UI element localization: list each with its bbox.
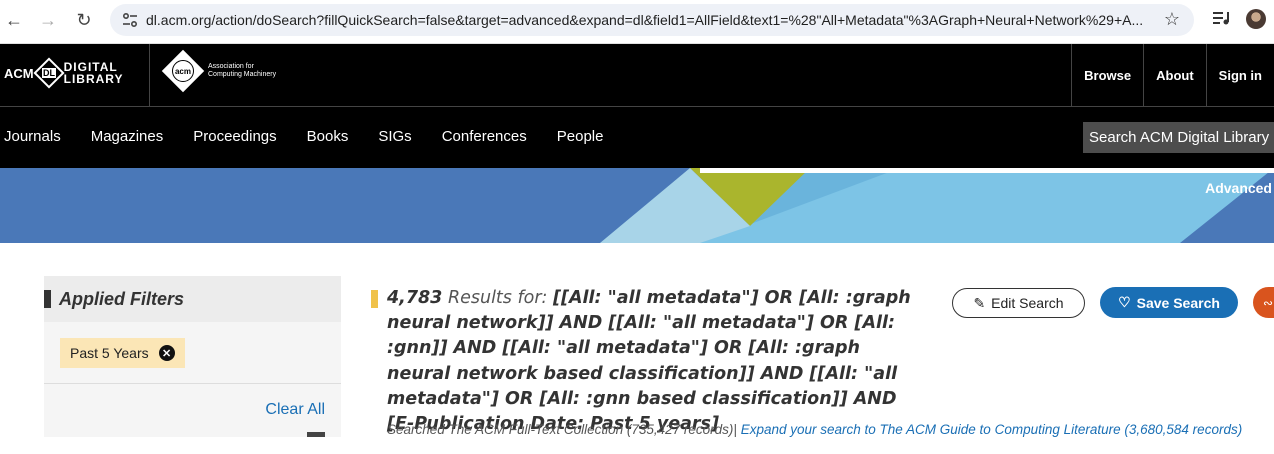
searched-collection-line: Searched The ACM Full-Text Collection (7… [387,422,1242,437]
browse-link[interactable]: Browse [1071,44,1143,106]
logo-acm-text: ACM [4,65,34,81]
filters-title: Applied Filters [59,288,185,309]
filter-chip-past-5-years[interactable]: Past 5 Years ✕ [60,338,185,368]
header-rule [0,106,1274,107]
nav-books[interactable]: Books [307,128,349,145]
save-search-label: Save Search [1136,294,1220,311]
expand-search-link[interactable]: Expand your search to The ACM Guide to C… [741,422,1243,437]
pencil-icon: ✎ [973,294,986,311]
about-link[interactable]: About [1143,44,1206,106]
acm-dl-logo[interactable]: ACM DL DIGITAL LIBRARY [4,57,124,89]
scroll-handle[interactable] [307,432,325,437]
search-dl-button[interactable]: Search ACM Digital Library [1083,122,1274,153]
dl-diamond-icon: DL [33,57,65,89]
nav-journals[interactable]: Journals [4,128,61,145]
acm-badge-icon: acm [161,49,205,93]
header-divider [149,44,150,106]
searched-separator: | [733,422,737,437]
results-count: 4,783 [387,288,443,308]
logo-line-library: LIBRARY [63,72,124,86]
address-bar[interactable]: dl.acm.org/action/doSearch?fillQuickSear… [110,4,1194,36]
bookmark-star-icon[interactable]: ☆ [1164,9,1180,30]
filter-chip-label: Past 5 Years [70,345,149,361]
heart-icon: ♡ [1118,294,1131,310]
main-nav: Journals Magazines Proceedings Books SIG… [4,128,603,145]
acm-name: Association for Computing Machinery [208,63,276,79]
filters-header: Applied Filters [44,276,341,322]
acm-badge-text: acm [172,60,194,82]
nav-conferences[interactable]: Conferences [442,128,527,145]
browser-toolbar: ← → ↻ dl.acm.org/action/doSearch?fillQui… [0,0,1274,44]
dl-badge-text: DL [41,68,56,78]
site-info-icon[interactable] [122,13,138,27]
results-label: Results for: [447,288,548,308]
nav-magazines[interactable]: Magazines [91,128,164,145]
site-header: ACM DL DIGITAL LIBRARY acm Association f… [0,44,1274,168]
top-links: Browse About Sign in [1071,44,1274,106]
filters-divider [44,383,341,384]
nav-people[interactable]: People [557,128,604,145]
media-queue-icon[interactable] [1212,10,1230,26]
results-marker [371,290,378,308]
nav-sigs[interactable]: SIGs [378,128,411,145]
hero-banner: Advanced [0,168,1274,243]
rss-icon: ∾ [1263,295,1274,310]
sign-in-link[interactable]: Sign in [1205,44,1274,106]
edit-search-button[interactable]: ✎ Edit Search [952,288,1085,318]
acm-name-line1: Association for [208,63,254,70]
edit-search-label: Edit Search [991,295,1064,311]
results-query: [[All: "all metadata"] OR [All: :graph n… [387,288,911,435]
searched-text: Searched The ACM Full-Text Collection (7… [387,422,734,437]
rss-feed-button[interactable]: ∾ [1253,287,1274,318]
remove-filter-icon[interactable]: ✕ [158,345,175,361]
save-search-button[interactable]: ♡ Save Search [1100,287,1238,318]
nav-proceedings[interactable]: Proceedings [193,128,276,145]
acm-logo[interactable]: acm Association for Computing Machinery [161,49,276,93]
results-summary: 4,783 Results for: [[All: "all metadata"… [387,286,927,437]
url-text[interactable]: dl.acm.org/action/doSearch?fillQuickSear… [146,12,1156,28]
filters-marker [44,290,51,308]
banner-graphic [600,168,1274,243]
back-icon[interactable]: ← [2,8,26,32]
profile-avatar[interactable] [1246,9,1266,29]
logo-dl-words: DIGITAL LIBRARY [64,61,124,85]
forward-icon[interactable]: → [36,8,60,32]
clear-all-link[interactable]: Clear All [265,401,325,419]
applied-filters-panel: Applied Filters Past 5 Years ✕ Clear All [44,276,341,437]
advanced-search-link[interactable]: Advanced [1205,180,1272,196]
acm-name-line2: Computing Machinery [208,71,277,78]
reload-icon[interactable]: ↻ [72,8,96,32]
